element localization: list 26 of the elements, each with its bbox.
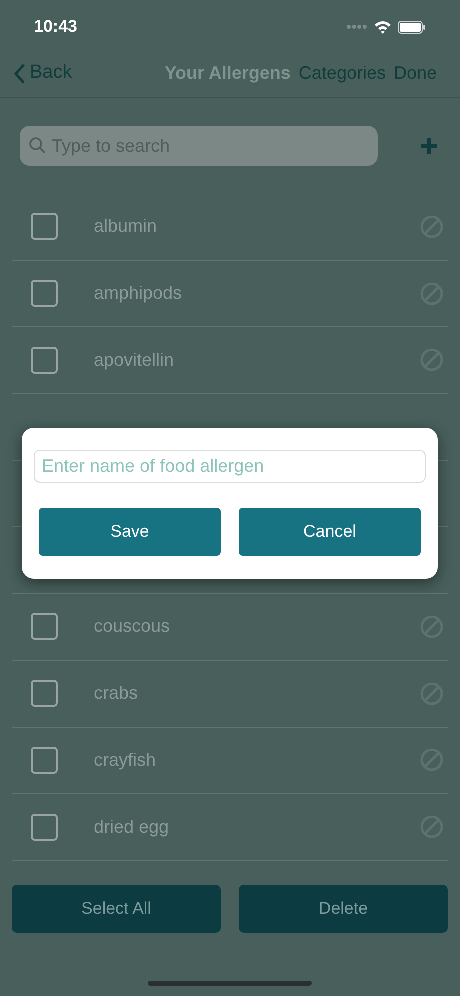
allergen-name: dried egg (94, 816, 170, 839)
checkbox[interactable] (31, 213, 58, 240)
allergen-name: apovitellin (94, 348, 176, 372)
chevron-left-icon (14, 62, 26, 84)
battery-icon (398, 20, 426, 34)
allergen-name: couscous (94, 615, 172, 638)
checkbox[interactable] (31, 613, 58, 640)
checkbox[interactable] (31, 680, 58, 708)
dialog-button[interactable]: Save (39, 508, 221, 556)
footer-button[interactable]: Delete (239, 884, 448, 933)
dialog-button[interactable]: Cancel (239, 508, 421, 556)
allergen-name: crabs (94, 682, 140, 706)
checkbox[interactable] (31, 814, 58, 841)
status-time: 10:43 (34, 16, 78, 38)
search-icon (29, 137, 46, 154)
footer-button[interactable]: Select All (12, 884, 221, 933)
checkbox[interactable] (31, 346, 58, 374)
checkbox[interactable] (31, 280, 58, 308)
wifi-icon (374, 20, 392, 34)
allergen-name: crayfish (94, 748, 158, 772)
allergen-name: amphipods (94, 282, 184, 306)
signal-icon (346, 24, 368, 30)
allergen-name-field[interactable]: Enter name of food allergen (34, 450, 426, 483)
checkbox[interactable] (31, 746, 58, 774)
allergen-name: albumin (94, 215, 158, 238)
plus-icon[interactable] (420, 137, 438, 155)
